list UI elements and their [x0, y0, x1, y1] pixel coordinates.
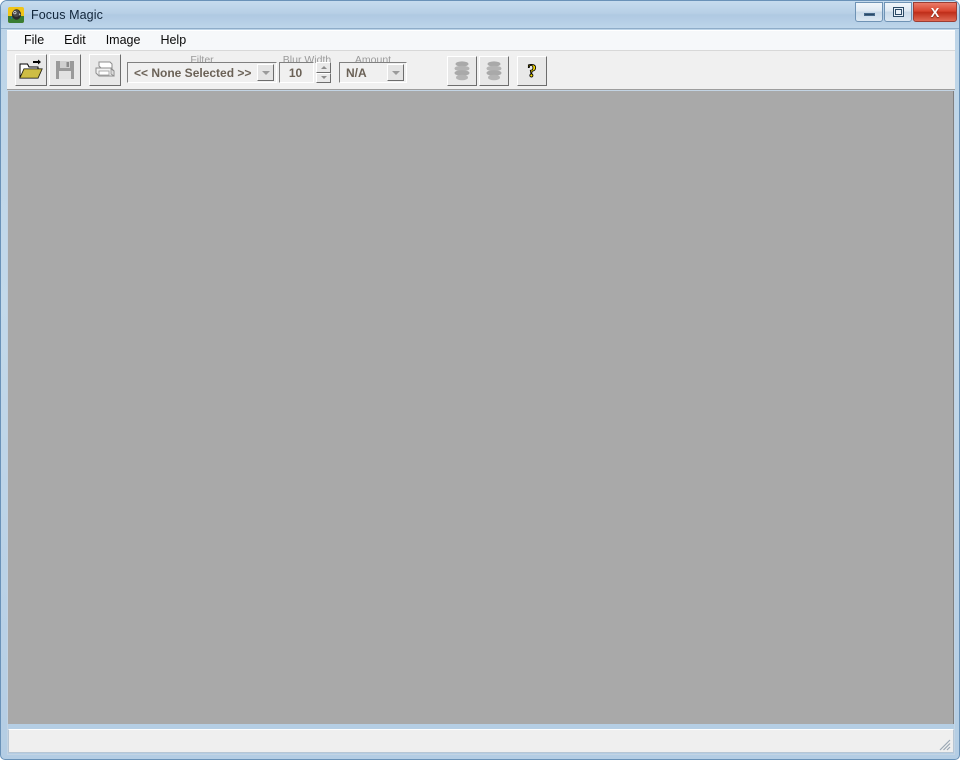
- menu-item-edit[interactable]: Edit: [55, 31, 95, 50]
- menu-item-file[interactable]: File: [15, 31, 53, 50]
- chevron-down-icon: [320, 76, 327, 80]
- stacked-layers-icon: [454, 61, 470, 81]
- help-button[interactable]: ?: [517, 56, 547, 86]
- amount-value: N/A: [346, 65, 367, 80]
- resize-grip[interactable]: [937, 737, 951, 751]
- print-button[interactable]: [89, 54, 121, 86]
- image-canvas[interactable]: [8, 91, 954, 724]
- close-icon: X: [930, 4, 940, 20]
- save-floppy-icon: [56, 61, 74, 79]
- resize-grip-icon: [939, 739, 951, 751]
- stepper-down-button[interactable]: [316, 72, 331, 83]
- application-window: Focus Magic X File Edit Image Help Filte…: [0, 0, 960, 760]
- save-file-button[interactable]: [49, 54, 81, 86]
- status-bar: [8, 729, 954, 753]
- stacked-layers-icon: [486, 61, 502, 81]
- chevron-down-icon[interactable]: [387, 64, 404, 81]
- menu-item-help[interactable]: Help: [151, 31, 195, 50]
- open-folder-icon: [19, 59, 43, 79]
- chevron-down-glyph: [391, 70, 400, 75]
- title-bar-content: Focus Magic: [1, 1, 959, 28]
- menu-item-image[interactable]: Image: [97, 31, 150, 50]
- open-file-button[interactable]: [15, 54, 47, 86]
- question-mark-icon: ?: [527, 61, 537, 82]
- maximize-icon: [892, 7, 904, 17]
- chevron-down-glyph: [261, 70, 270, 75]
- blur-width-input[interactable]: 10: [279, 62, 314, 83]
- amount-select[interactable]: N/A: [339, 62, 407, 83]
- chevron-down-icon[interactable]: [257, 64, 274, 81]
- close-button[interactable]: X: [913, 2, 957, 22]
- window-controls: X: [854, 2, 957, 24]
- apply-filter-button[interactable]: [479, 56, 509, 86]
- printer-icon: [95, 61, 115, 77]
- filter-select[interactable]: << None Selected >>: [127, 62, 277, 83]
- filter-value: << None Selected >>: [134, 65, 252, 80]
- stepper-up-button[interactable]: [316, 62, 331, 73]
- apply-preview-button[interactable]: [447, 56, 477, 86]
- status-text: [9, 730, 953, 735]
- chevron-up-icon: [320, 65, 327, 69]
- svg-text:?: ?: [527, 61, 537, 82]
- toolbar: Filter << None Selected >> Blur Width 10: [7, 50, 955, 90]
- maximize-button[interactable]: [884, 2, 912, 22]
- window-title: Focus Magic: [31, 7, 103, 22]
- minimize-icon: [863, 13, 875, 16]
- menu-bar: File Edit Image Help: [7, 30, 955, 50]
- blur-width-stepper[interactable]: [316, 62, 331, 83]
- parrot-app-icon: [8, 6, 24, 23]
- title-bar[interactable]: Focus Magic X: [1, 1, 959, 29]
- blur-width-value: 10: [288, 65, 303, 80]
- minimize-button[interactable]: [855, 2, 883, 22]
- toolbar-content: Filter << None Selected >> Blur Width 10: [7, 51, 955, 91]
